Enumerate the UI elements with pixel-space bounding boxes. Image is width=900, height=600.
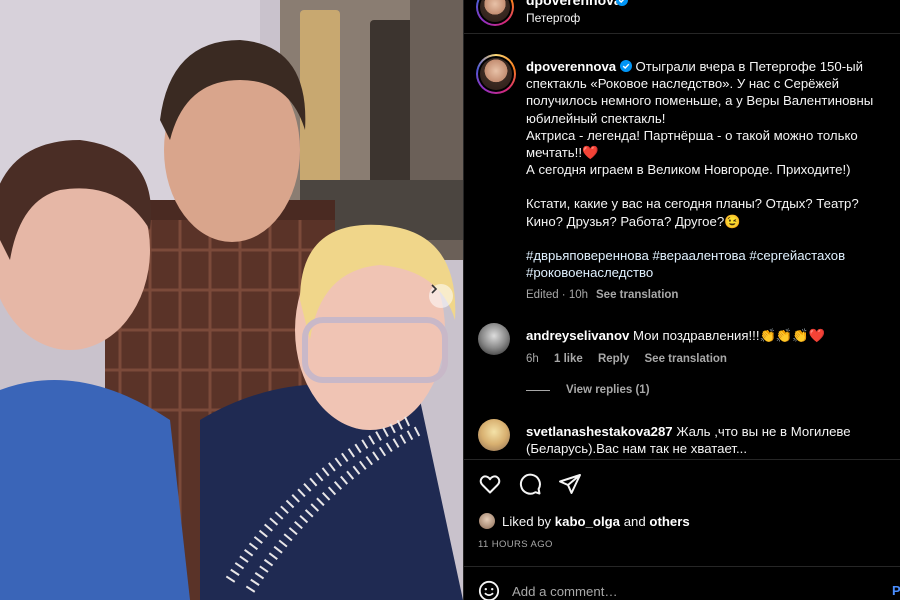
commenter-avatar[interactable] xyxy=(478,419,510,451)
post-photo[interactable] xyxy=(0,0,463,600)
post-details-panel: dpoverennova Петергоф dpoverennova Отыгр… xyxy=(464,0,900,600)
comment-likes[interactable]: 1 like xyxy=(554,353,583,365)
caption-line: Актриса - легенда! Партнёрша - о такой м… xyxy=(526,127,858,161)
commenter-username[interactable]: andreyselivanov xyxy=(526,328,629,343)
verified-badge-icon xyxy=(616,0,628,6)
caption-avatar[interactable] xyxy=(476,54,516,94)
caption-hashtags[interactable]: #дврьяповереннова #вераалентова #сергейа… xyxy=(526,247,896,281)
edited-label: Edited · 10h xyxy=(526,289,589,302)
post-timestamp[interactable]: 11 HOURS AGO xyxy=(478,539,553,550)
comment-text: Мои поздравления!!!👏👏👏❤️ xyxy=(633,328,826,343)
replies-line xyxy=(526,389,550,391)
add-comment-input[interactable] xyxy=(512,583,842,599)
verified-badge-icon xyxy=(619,60,632,72)
heart-icon[interactable] xyxy=(478,472,502,496)
add-comment-bar xyxy=(478,580,842,600)
liker-username[interactable]: kabo_olga xyxy=(555,514,620,529)
caption-body: dpoverennova Отыграли вчера в Петергофе … xyxy=(526,58,896,304)
liked-others-link[interactable]: others xyxy=(649,514,689,529)
author-username[interactable]: dpoverennova xyxy=(526,0,622,8)
caption-meta: Edited · 10h See translation xyxy=(526,287,896,304)
commenter-avatar[interactable] xyxy=(478,323,510,355)
post-actions xyxy=(478,472,582,496)
post-location[interactable]: Петергоф xyxy=(526,11,580,25)
view-replies-button[interactable]: View replies (1) xyxy=(526,384,650,396)
caption-username[interactable]: dpoverennova xyxy=(526,59,616,74)
share-icon[interactable] xyxy=(558,472,582,496)
comment-time: 6h xyxy=(526,353,539,365)
post-header: dpoverennova Петергоф xyxy=(464,0,900,34)
author-avatar[interactable] xyxy=(476,0,514,26)
comment-text-block: svetlanashestakova287 Жаль ,что вы не в … xyxy=(526,423,891,458)
liked-by-prefix: Liked by xyxy=(502,513,552,529)
divider xyxy=(464,566,900,567)
see-translation-link[interactable]: See translation xyxy=(596,289,678,301)
carousel-next-button[interactable] xyxy=(429,284,453,308)
view-replies-label: View replies (1) xyxy=(566,384,650,396)
reply-button[interactable]: Reply xyxy=(598,353,629,365)
liked-and: and xyxy=(623,513,646,529)
see-translation-link[interactable]: See translation xyxy=(645,353,727,365)
chevron-right-icon xyxy=(431,284,438,294)
comment-icon[interactable] xyxy=(518,472,542,496)
comment-text-block: andreyselivanov Мои поздравления!!!👏👏👏❤️ xyxy=(526,327,891,344)
liker-avatar[interactable] xyxy=(478,512,496,530)
caption-line: А сегодня играем в Великом Новгороде. Пр… xyxy=(526,162,851,178)
commenter-username[interactable]: svetlanashestakova287 xyxy=(526,424,673,439)
divider xyxy=(464,459,900,460)
comment-meta: 6h 1 like Reply See translation xyxy=(526,353,739,365)
post-photo-image xyxy=(0,0,463,600)
likes-summary: Liked by kabo_olga and others xyxy=(478,512,690,530)
emoji-icon[interactable] xyxy=(478,580,500,600)
post-comment-button[interactable]: P xyxy=(892,583,900,598)
caption-question: Кстати, какие у вас на сегодня планы? От… xyxy=(526,196,859,229)
